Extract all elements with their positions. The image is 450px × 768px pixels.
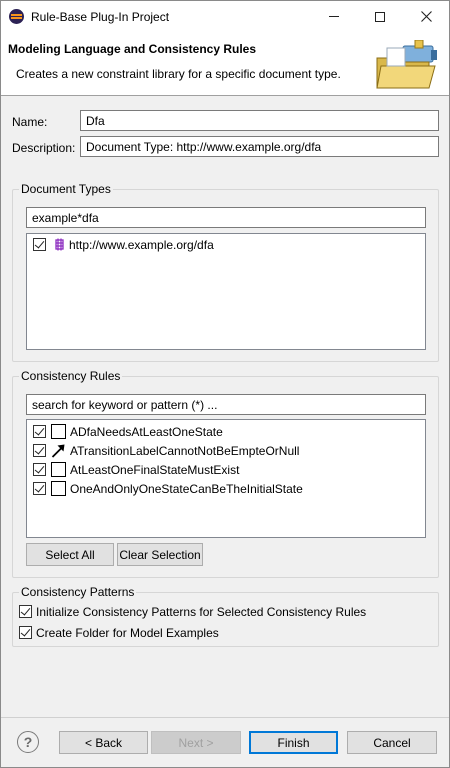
package-icon xyxy=(55,238,64,251)
finish-button[interactable]: Finish xyxy=(249,731,338,754)
name-label: Name: xyxy=(12,115,48,129)
document-types-list[interactable]: http://www.example.org/dfa xyxy=(26,233,426,350)
next-button[interactable]: Next > xyxy=(151,731,241,754)
title-bar: Rule-Base Plug-In Project xyxy=(1,1,449,32)
wizard-banner: Modeling Language and Consistency Rules … xyxy=(1,32,449,96)
help-button[interactable]: ? xyxy=(17,731,39,753)
document-types-legend: Document Types xyxy=(19,182,113,196)
help-icon: ? xyxy=(23,734,33,750)
minimize-button[interactable] xyxy=(311,1,357,32)
page-title: Modeling Language and Consistency Rules xyxy=(8,42,257,56)
maximize-button[interactable] xyxy=(357,1,403,32)
name-input[interactable] xyxy=(80,110,439,131)
close-button[interactable] xyxy=(403,1,449,32)
square-icon xyxy=(51,424,66,439)
init-patterns-option[interactable]: Initialize Consistency Patterns for Sele… xyxy=(19,603,379,621)
eclipse-icon xyxy=(9,9,24,24)
list-item[interactable]: ADfaNeedsAtLeastOneState xyxy=(27,422,425,441)
close-icon xyxy=(420,11,432,22)
clear-selection-button[interactable]: Clear Selection xyxy=(117,543,203,566)
document-type-label: http://www.example.org/dfa xyxy=(69,238,214,252)
list-item[interactable]: http://www.example.org/dfa xyxy=(27,235,425,254)
list-item[interactable]: AtLeastOneFinalStateMustExist xyxy=(27,460,425,479)
rule-checkbox[interactable] xyxy=(33,444,46,457)
rule-checkbox[interactable] xyxy=(33,425,46,438)
consistency-rules-legend: Consistency Rules xyxy=(19,369,123,383)
description-label: Description: xyxy=(12,141,76,155)
rule-label: ADfaNeedsAtLeastOneState xyxy=(70,425,223,439)
footer-separator xyxy=(1,717,449,718)
create-folder-option[interactable]: Create Folder for Model Examples xyxy=(19,624,239,642)
consistency-rules-search-input[interactable] xyxy=(26,394,426,415)
back-button[interactable]: < Back xyxy=(59,731,148,754)
maximize-icon xyxy=(375,11,385,22)
select-all-button[interactable]: Select All xyxy=(26,543,114,566)
page-description: Creates a new constraint library for a s… xyxy=(16,67,341,81)
cancel-button[interactable]: Cancel xyxy=(347,731,437,754)
create-folder-checkbox[interactable] xyxy=(19,626,32,639)
minimize-icon xyxy=(329,16,339,17)
consistency-rules-list[interactable]: ADfaNeedsAtLeastOneState ATransitionLabe… xyxy=(26,419,426,538)
folder-wizard-icon xyxy=(376,40,437,89)
document-type-checkbox[interactable] xyxy=(33,238,46,251)
list-item[interactable]: ATransitionLabelCannotNotBeEmpteOrNull xyxy=(27,441,425,460)
document-types-filter-input[interactable] xyxy=(26,207,426,228)
rule-label: ATransitionLabelCannotNotBeEmpteOrNull xyxy=(70,444,300,458)
square-icon xyxy=(51,462,66,477)
init-patterns-checkbox[interactable] xyxy=(19,605,32,618)
init-patterns-label: Initialize Consistency Patterns for Sele… xyxy=(36,605,367,619)
wizard-window: Rule-Base Plug-In Project Modeling Langu… xyxy=(0,0,450,768)
list-item[interactable]: OneAndOnlyOneStateCanBeTheInitialState xyxy=(27,479,425,498)
rule-checkbox[interactable] xyxy=(33,482,46,495)
window-title: Rule-Base Plug-In Project xyxy=(31,10,170,24)
create-folder-label: Create Folder for Model Examples xyxy=(36,626,219,640)
consistency-patterns-legend: Consistency Patterns xyxy=(19,585,137,599)
arrow-icon xyxy=(51,444,65,458)
rule-label: OneAndOnlyOneStateCanBeTheInitialState xyxy=(70,482,303,496)
rule-checkbox[interactable] xyxy=(33,463,46,476)
square-icon xyxy=(51,481,66,496)
rule-label: AtLeastOneFinalStateMustExist xyxy=(70,463,240,477)
description-input[interactable] xyxy=(80,136,439,157)
